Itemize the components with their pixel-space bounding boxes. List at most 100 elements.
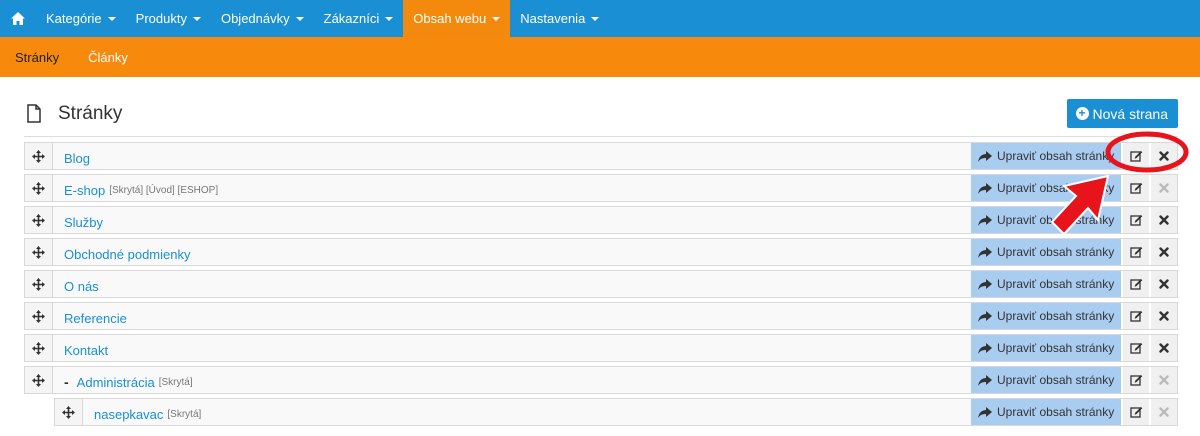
edit-icon xyxy=(1129,343,1142,354)
page-name-link[interactable]: Blog xyxy=(64,151,90,166)
edit-content-button[interactable]: Upraviť obsah stránky xyxy=(971,335,1121,361)
drag-handle[interactable] xyxy=(25,271,53,297)
share-arrow-icon xyxy=(978,406,992,418)
edit-icon xyxy=(1129,183,1142,194)
delete-button[interactable] xyxy=(1149,335,1177,361)
document-icon xyxy=(27,104,41,123)
page-title: Stránky xyxy=(58,103,123,124)
drag-handle[interactable] xyxy=(25,175,53,201)
page-name-link[interactable]: nasepkavac xyxy=(94,407,163,422)
page-row: O nás Upraviť obsah stránky xyxy=(24,270,1178,298)
row-label: nasepkavac [Skrytá] xyxy=(83,403,971,422)
nav-zakaznici[interactable]: Zákazníci xyxy=(314,0,404,37)
row-label: Kontakt xyxy=(53,339,971,358)
drag-handle[interactable] xyxy=(55,399,83,425)
page-name-link[interactable]: Kontakt xyxy=(64,343,108,358)
close-icon xyxy=(1159,343,1169,353)
row-label: Referencie xyxy=(53,307,971,326)
row-label: O nás xyxy=(53,275,971,294)
edit-content-label: Upraviť obsah stránky xyxy=(997,213,1115,227)
drag-handle[interactable] xyxy=(25,207,53,233)
home-button[interactable] xyxy=(0,0,36,37)
page-name-link[interactable]: O nás xyxy=(64,279,99,294)
edit-button[interactable] xyxy=(1121,367,1149,393)
nav-kategorie[interactable]: Kategórie xyxy=(36,0,126,37)
row-label: - Administrácia [Skrytá] xyxy=(53,370,971,390)
drag-handle[interactable] xyxy=(25,239,53,265)
edit-content-label: Upraviť obsah stránky xyxy=(997,181,1115,195)
edit-content-button[interactable]: Upraviť obsah stránky xyxy=(971,367,1121,393)
edit-icon xyxy=(1129,407,1142,418)
move-icon xyxy=(32,341,45,355)
edit-button[interactable] xyxy=(1121,207,1149,233)
sub-navigation: Stránky Články xyxy=(0,37,1200,77)
row-label: Služby xyxy=(53,211,971,230)
edit-button[interactable] xyxy=(1121,271,1149,297)
caret-down-icon xyxy=(107,16,116,21)
page-row: - Administrácia [Skrytá] Upraviť obsah strá… xyxy=(24,366,1178,394)
page-name-link[interactable]: E-shop xyxy=(64,183,105,198)
delete-button[interactable] xyxy=(1149,271,1177,297)
delete-button[interactable] xyxy=(1149,239,1177,265)
drag-handle[interactable] xyxy=(25,367,53,393)
new-page-button[interactable]: + Nová strana xyxy=(1066,99,1178,128)
nav-nastavenia[interactable]: Nastavenia xyxy=(510,0,609,37)
edit-content-label: Upraviť obsah stránky xyxy=(997,149,1115,163)
collapse-toggle[interactable]: - xyxy=(64,374,69,390)
share-arrow-icon xyxy=(978,182,992,194)
edit-content-button[interactable]: Upraviť obsah stránky xyxy=(971,175,1121,201)
row-label: Obchodné podmienky xyxy=(53,243,971,262)
subnav-clanky[interactable]: Články xyxy=(88,50,128,65)
edit-content-label: Upraviť obsah stránky xyxy=(997,405,1115,419)
move-icon xyxy=(32,309,45,323)
edit-icon xyxy=(1129,311,1142,322)
edit-content-button[interactable]: Upraviť obsah stránky xyxy=(971,143,1121,169)
edit-content-button[interactable]: Upraviť obsah stránky xyxy=(971,239,1121,265)
drag-handle[interactable] xyxy=(25,303,53,329)
delete-button[interactable] xyxy=(1149,367,1177,393)
row-label: Blog xyxy=(53,147,971,166)
nav-produkty[interactable]: Produkty xyxy=(126,0,211,37)
edit-button[interactable] xyxy=(1121,175,1149,201)
page-row: Kontakt Upraviť obsah stránky xyxy=(24,334,1178,362)
caret-down-icon xyxy=(591,16,600,21)
edit-content-button[interactable]: Upraviť obsah stránky xyxy=(971,207,1121,233)
edit-icon xyxy=(1129,215,1142,226)
page-tags: [Skrytá] xyxy=(167,408,202,420)
nav-obsah-webu[interactable]: Obsah webu xyxy=(403,0,511,37)
edit-button[interactable] xyxy=(1121,335,1149,361)
close-icon xyxy=(1159,247,1169,257)
edit-content-label: Upraviť obsah stránky xyxy=(997,341,1115,355)
edit-button[interactable] xyxy=(1121,399,1149,425)
close-icon xyxy=(1159,279,1169,289)
subnav-stranky[interactable]: Stránky xyxy=(15,50,59,65)
drag-handle[interactable] xyxy=(25,143,53,169)
edit-icon xyxy=(1129,279,1142,290)
move-icon xyxy=(32,149,45,163)
edit-content-button[interactable]: Upraviť obsah stránky xyxy=(971,271,1121,297)
edit-button[interactable] xyxy=(1121,239,1149,265)
edit-content-button[interactable]: Upraviť obsah stránky xyxy=(971,303,1121,329)
nav-objednavky[interactable]: Objednávky xyxy=(211,0,314,37)
edit-button[interactable] xyxy=(1121,143,1149,169)
delete-button[interactable] xyxy=(1149,303,1177,329)
drag-handle[interactable] xyxy=(25,335,53,361)
edit-button[interactable] xyxy=(1121,303,1149,329)
delete-button[interactable] xyxy=(1149,207,1177,233)
move-icon xyxy=(32,373,45,387)
delete-button[interactable] xyxy=(1149,143,1177,169)
edit-content-button[interactable]: Upraviť obsah stránky xyxy=(971,399,1121,425)
edit-content-label: Upraviť obsah stránky xyxy=(997,245,1115,259)
page-name-link[interactable]: Obchodné podmienky xyxy=(64,247,190,262)
delete-button[interactable] xyxy=(1149,175,1177,201)
edit-icon xyxy=(1129,247,1142,258)
move-icon xyxy=(62,405,75,419)
delete-button[interactable] xyxy=(1149,399,1177,425)
page-name-link[interactable]: Referencie xyxy=(64,311,127,326)
page-name-link[interactable]: Služby xyxy=(64,215,103,230)
page-name-link[interactable]: Administrácia xyxy=(77,375,155,390)
share-arrow-icon xyxy=(978,246,992,258)
top-navigation: Kategórie Produkty Objednávky Zákazníci … xyxy=(0,0,1200,37)
pages-list: Blog Upraviť obsah stránky E-shop [Skrytá] … xyxy=(24,142,1178,430)
page-row: nasepkavac [Skrytá] Upraviť obsah stránky xyxy=(54,398,1178,426)
